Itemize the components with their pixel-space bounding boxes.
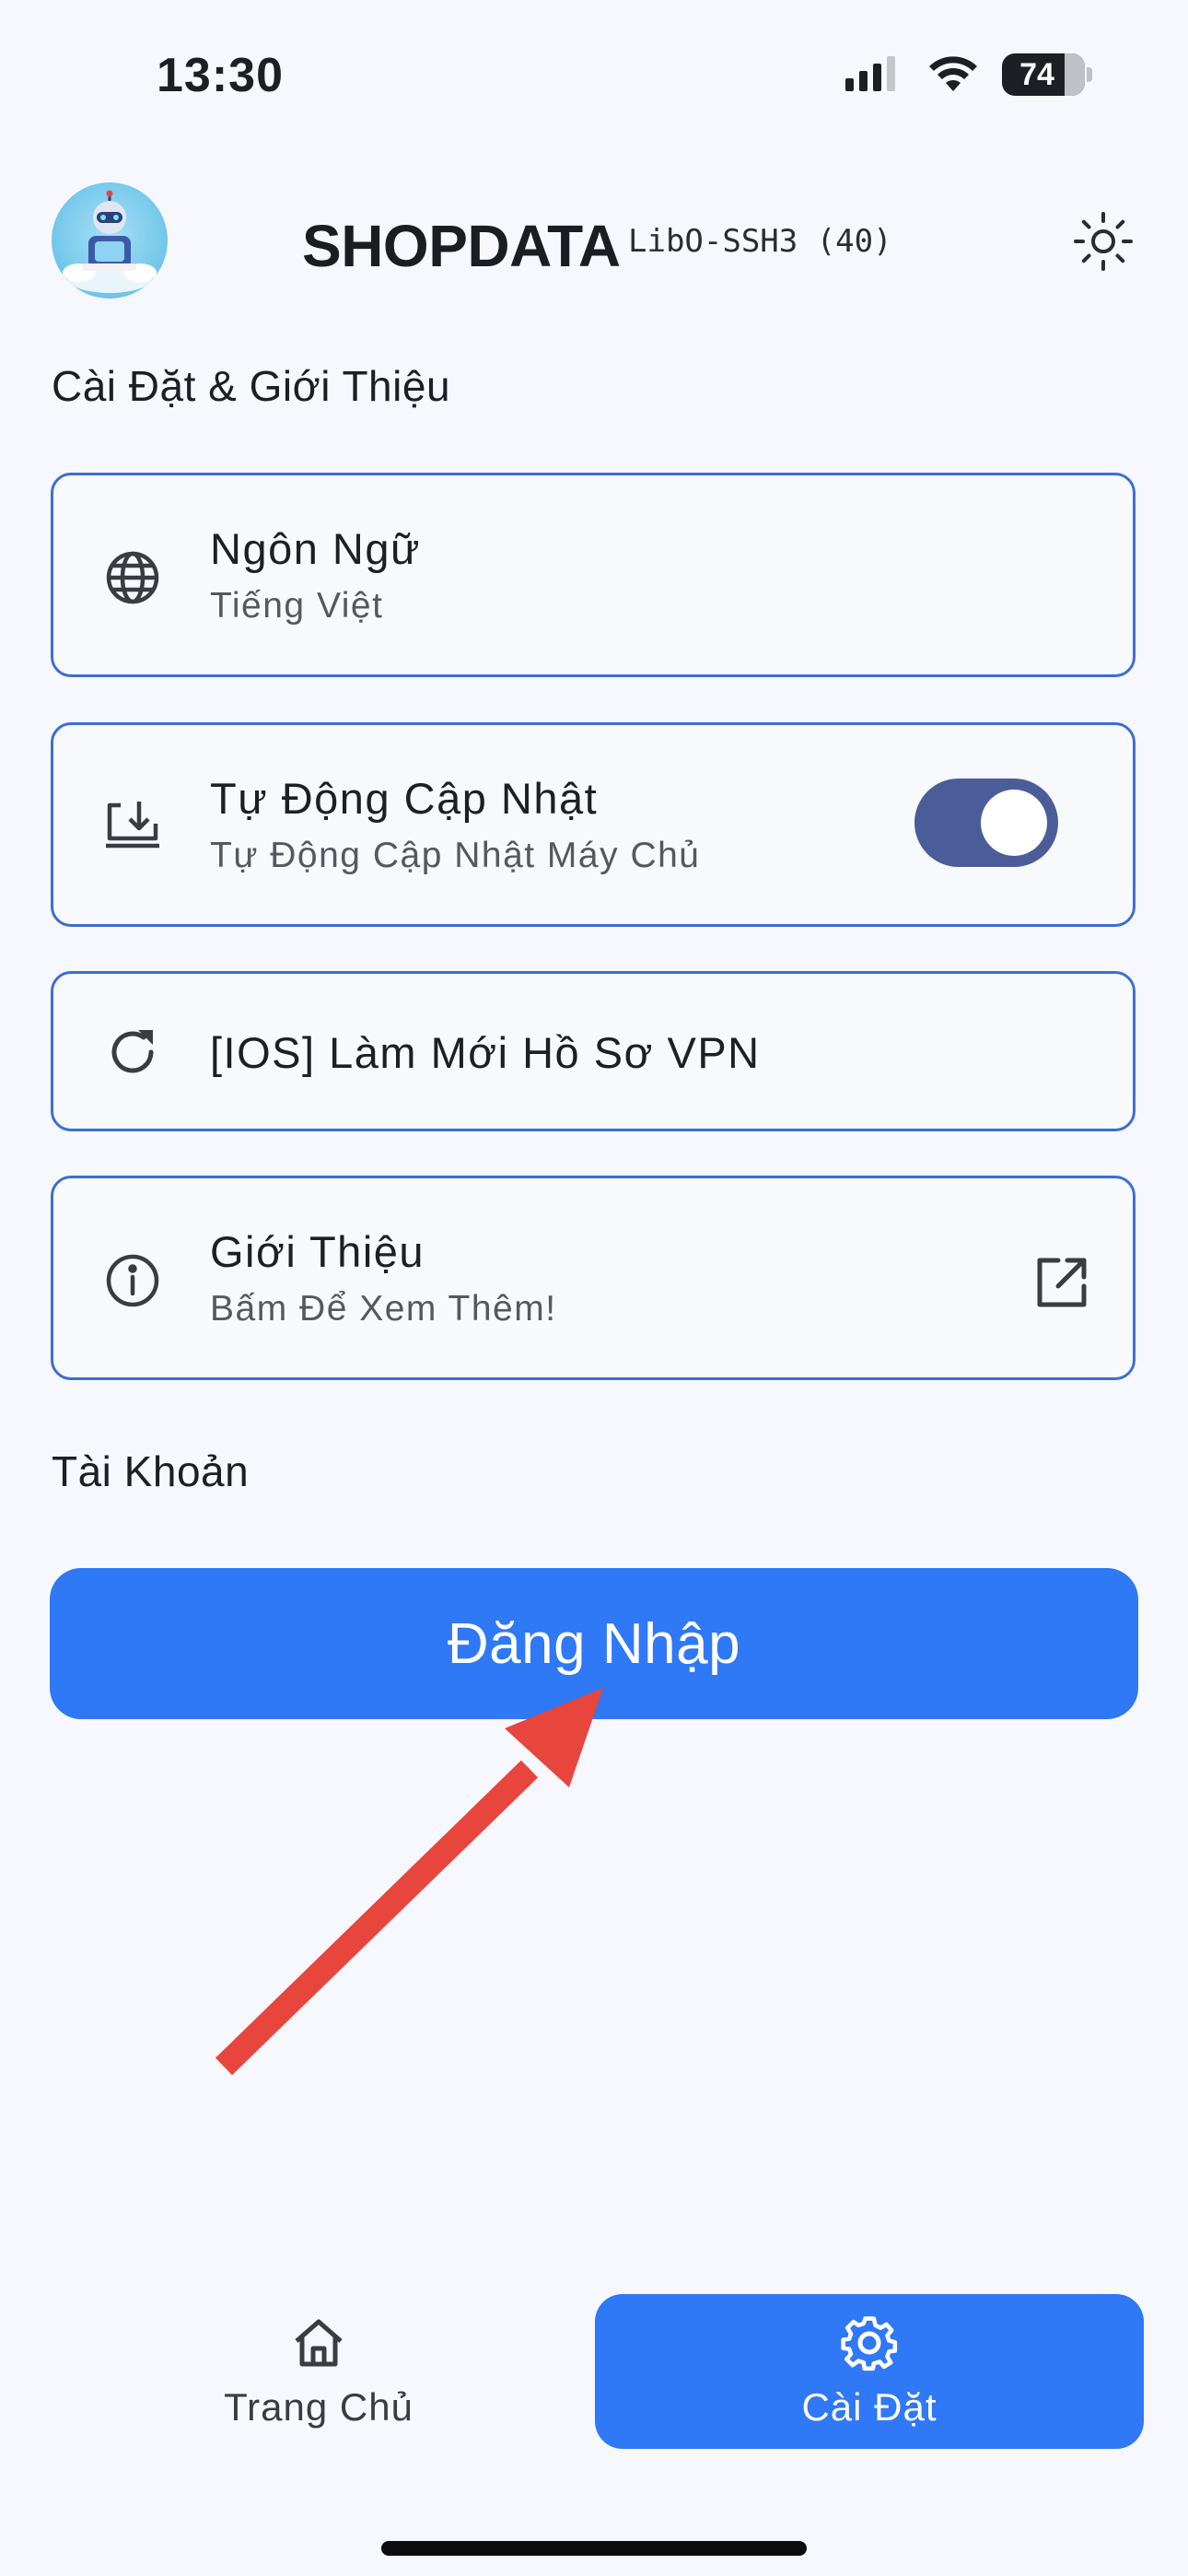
status-time: 13:30 xyxy=(157,49,284,102)
refresh-icon xyxy=(101,1021,164,1083)
home-icon xyxy=(295,2319,343,2367)
auto-update-setting-card[interactable]: Tự Động Cập Nhật Tự Động Cập Nhật Máy Ch… xyxy=(51,722,1136,927)
app-header: SHOPDATA LibO-SSH3 (40) xyxy=(0,175,1188,313)
status-bar: 13:30 74 xyxy=(0,0,1188,157)
language-value: Tiếng Việt xyxy=(210,586,384,626)
auto-update-toggle[interactable] xyxy=(914,779,1058,867)
section-heading-account: Tài Khoản xyxy=(52,1447,250,1495)
about-card[interactable]: Giới Thiệu Bấm Để Xem Thêm! xyxy=(51,1176,1136,1380)
battery-level: 74 xyxy=(1019,56,1054,92)
refresh-vpn-card[interactable]: [IOS] Làm Mới Hồ Sơ VPN xyxy=(51,971,1136,1131)
language-setting-card[interactable]: Ngôn Ngữ Tiếng Việt xyxy=(51,473,1136,677)
signal-icon xyxy=(845,56,895,91)
status-icons: 74 xyxy=(844,53,1092,96)
bottom-navigation: Trang Chủ Cài Đặt xyxy=(0,2294,1188,2451)
about-title: Giới Thiệu xyxy=(210,1227,425,1276)
download-monitor-icon xyxy=(101,795,164,858)
auto-update-subtitle: Tự Động Cập Nhật Máy Chủ xyxy=(210,836,701,875)
app-title: SHOPDATA xyxy=(302,213,621,279)
nav-item-home[interactable]: Trang Chủ xyxy=(101,2294,536,2449)
about-subtitle: Bấm Để Xem Thêm! xyxy=(210,1289,557,1329)
theme-toggle-button[interactable] xyxy=(1068,206,1138,276)
sun-icon xyxy=(1074,212,1133,271)
login-button[interactable]: Đăng Nhập xyxy=(50,1568,1138,1719)
toggle-knob xyxy=(981,790,1047,856)
battery-icon: 74 xyxy=(1002,53,1092,96)
external-link-icon[interactable] xyxy=(1030,1250,1094,1315)
app-logo-avatar[interactable] xyxy=(52,182,168,299)
wifi-icon xyxy=(929,56,977,91)
info-icon xyxy=(101,1249,164,1312)
nav-label-settings: Cài Đặt xyxy=(801,2385,938,2429)
refresh-vpn-title: [IOS] Làm Mới Hồ Sơ VPN xyxy=(210,1028,761,1077)
app-version: LibO-SSH3 (40) xyxy=(628,223,892,260)
nav-label-home: Trang Chủ xyxy=(224,2385,413,2429)
section-heading-settings: Cài Đặt & Giới Thiệu xyxy=(52,362,451,410)
auto-update-title: Tự Động Cập Nhật xyxy=(210,774,599,823)
home-indicator[interactable] xyxy=(381,2541,807,2556)
language-title: Ngôn Ngữ xyxy=(210,524,421,573)
robot-logo-icon xyxy=(63,190,157,293)
nav-item-settings[interactable]: Cài Đặt xyxy=(595,2294,1144,2449)
globe-icon xyxy=(101,546,164,609)
gear-icon xyxy=(841,2316,898,2371)
